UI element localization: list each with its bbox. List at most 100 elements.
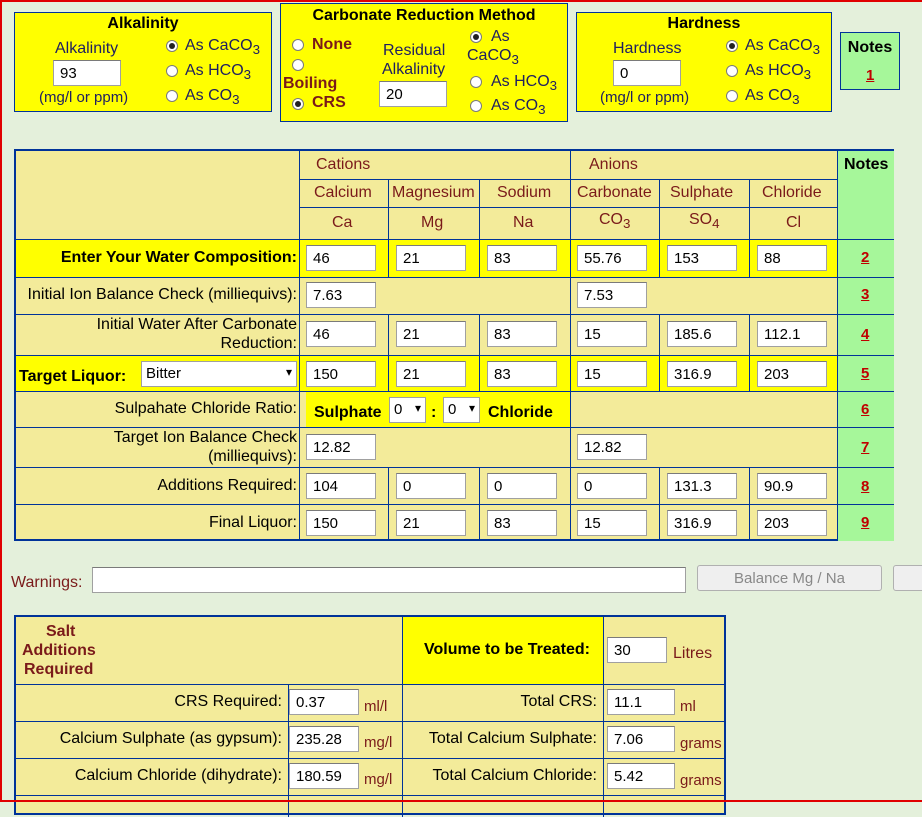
hard-option-co3: As CO3 xyxy=(745,87,800,108)
input-co3-final[interactable]: 15 xyxy=(577,510,647,536)
input-mg-reduction[interactable]: 21 xyxy=(396,321,466,347)
residual-alkalinity-input[interactable]: 20 xyxy=(379,81,447,107)
crm-radio-none[interactable] xyxy=(292,39,304,51)
ratio-chloride-select[interactable]: 0 xyxy=(443,397,480,423)
note-link-5[interactable]: 5 xyxy=(861,365,869,382)
col-sodium: Sodium xyxy=(497,184,552,201)
note-link-6[interactable]: 6 xyxy=(861,401,869,418)
row-label-after-reduction-1: Initial Water After Carbonate xyxy=(96,316,297,333)
input-ca-additions[interactable]: 104 xyxy=(306,473,376,499)
note-link-8[interactable]: 8 xyxy=(861,478,869,495)
input-cl-final[interactable]: 203 xyxy=(757,510,827,536)
col-carbonate: Carbonate xyxy=(577,184,652,201)
res-radio-co3[interactable] xyxy=(470,100,482,112)
total-calcium-sulphate-input[interactable]: 7.06 xyxy=(607,726,675,752)
input-na-reduction[interactable]: 83 xyxy=(487,321,557,347)
note-link-7[interactable]: 7 xyxy=(861,439,869,456)
row-label-target-balance-2: (milliequivs): xyxy=(208,448,297,465)
sym-so4: SO4 xyxy=(689,211,720,232)
input-mg-target[interactable]: 21 xyxy=(396,361,466,387)
initial-cation-total[interactable]: 7.63 xyxy=(306,282,376,308)
input-so4-additions[interactable]: 131.3 xyxy=(667,473,737,499)
initial-anion-total[interactable]: 7.53 xyxy=(577,282,647,308)
input-so4-composition[interactable]: 153 xyxy=(667,245,737,271)
alk-radio-co3[interactable] xyxy=(166,90,178,102)
input-na-composition[interactable]: 83 xyxy=(487,245,557,271)
input-mg-additions[interactable]: 0 xyxy=(396,473,466,499)
hard-radio-hco3[interactable] xyxy=(726,65,738,77)
input-mg-final[interactable]: 21 xyxy=(396,510,466,536)
target-anion-total[interactable]: 12.82 xyxy=(577,434,647,460)
input-cl-target[interactable]: 203 xyxy=(757,361,827,387)
total-calcium-sulphate-unit: grams xyxy=(680,735,722,752)
sym-na: Na xyxy=(513,214,534,231)
hard-radio-co3[interactable] xyxy=(726,90,738,102)
sym-ca: Ca xyxy=(332,214,353,231)
input-ca-final[interactable]: 150 xyxy=(306,510,376,536)
crs-required-label: CRS Required: xyxy=(174,693,282,710)
input-na-additions[interactable]: 0 xyxy=(487,473,557,499)
crm-option-none: None xyxy=(312,36,352,53)
input-co3-additions[interactable]: 0 xyxy=(577,473,647,499)
hard-radio-caco3[interactable] xyxy=(726,40,738,52)
row-label-target: Target Liquor: xyxy=(19,368,127,385)
res-radio-hco3[interactable] xyxy=(470,76,482,88)
crs-required-input[interactable]: 0.37 xyxy=(289,689,359,715)
alkalinity-input[interactable]: 93 xyxy=(53,60,121,86)
total-calcium-chloride-unit: grams xyxy=(680,772,722,789)
row-label-ratio: Sulpahate Chloride Ratio: xyxy=(114,400,297,417)
salt-title-2: Additions xyxy=(22,642,96,659)
sym-mg: Mg xyxy=(421,214,444,231)
input-ca-reduction[interactable]: 46 xyxy=(306,321,376,347)
warnings-field[interactable] xyxy=(92,567,686,593)
alk-radio-caco3[interactable] xyxy=(166,40,178,52)
input-ca-target[interactable]: 150 xyxy=(306,361,376,387)
row-label-additions: Additions Required: xyxy=(157,477,297,494)
input-cl-reduction[interactable]: 112.1 xyxy=(757,321,827,347)
input-co3-target[interactable]: 15 xyxy=(577,361,647,387)
res-radio-caco3[interactable] xyxy=(470,31,482,43)
alkalinity-title: Alkalinity xyxy=(107,15,179,32)
input-ca-composition[interactable]: 46 xyxy=(306,245,376,271)
input-co3-reduction[interactable]: 15 xyxy=(577,321,647,347)
row-label-target-balance-1: Target Ion Balance Check xyxy=(113,429,297,446)
input-mg-composition[interactable]: 21 xyxy=(396,245,466,271)
target-liquor-select[interactable]: Bitter xyxy=(141,361,297,387)
calcium-chloride-input[interactable]: 180.59 xyxy=(289,763,359,789)
notes-panel: Notes 1 xyxy=(840,32,900,90)
input-cl-composition[interactable]: 88 xyxy=(757,245,827,271)
alk-radio-hco3[interactable] xyxy=(166,65,178,77)
col-chloride: Chloride xyxy=(762,184,822,201)
note-link-3[interactable]: 3 xyxy=(861,286,869,303)
alk-option-co3: As CO3 xyxy=(185,87,240,108)
target-cation-total[interactable]: 12.82 xyxy=(306,434,376,460)
crm-radio-crs[interactable] xyxy=(292,98,304,110)
note-link-2[interactable]: 2 xyxy=(861,249,869,266)
ratio-separator: : xyxy=(431,404,437,421)
carbonate-title: Carbonate Reduction Method xyxy=(312,7,536,24)
hardness-unit: (mg/l or ppm) xyxy=(600,89,690,106)
input-cl-additions[interactable]: 90.9 xyxy=(757,473,827,499)
calcium-sulphate-input[interactable]: 235.28 xyxy=(289,726,359,752)
input-co3-composition[interactable]: 55.76 xyxy=(577,245,647,271)
note-link-4[interactable]: 4 xyxy=(861,326,869,343)
input-so4-reduction[interactable]: 185.6 xyxy=(667,321,737,347)
ratio-sulphate-select[interactable]: 0 xyxy=(389,397,426,423)
note-link-1[interactable]: 1 xyxy=(866,67,874,84)
volume-label: Volume to be Treated: xyxy=(424,641,590,658)
extra-button-partial[interactable] xyxy=(893,565,922,591)
alkalinity-label: Alkalinity xyxy=(55,40,119,57)
hardness-input[interactable]: 0 xyxy=(613,60,681,86)
volume-input[interactable]: 30 xyxy=(607,637,667,663)
balance-mg-na-button[interactable]: Balance Mg / Na xyxy=(697,565,882,591)
col-sulphate: Sulphate xyxy=(670,184,734,201)
input-so4-final[interactable]: 316.9 xyxy=(667,510,737,536)
crm-radio-boiling[interactable] xyxy=(292,59,304,71)
input-na-final[interactable]: 83 xyxy=(487,510,557,536)
total-crs-input[interactable]: 11.1 xyxy=(607,689,675,715)
total-calcium-chloride-input[interactable]: 5.42 xyxy=(607,763,675,789)
input-so4-target[interactable]: 316.9 xyxy=(667,361,737,387)
alkalinity-unit: (mg/l or ppm) xyxy=(39,89,129,106)
note-link-9[interactable]: 9 xyxy=(861,514,869,531)
input-na-target[interactable]: 83 xyxy=(487,361,557,387)
